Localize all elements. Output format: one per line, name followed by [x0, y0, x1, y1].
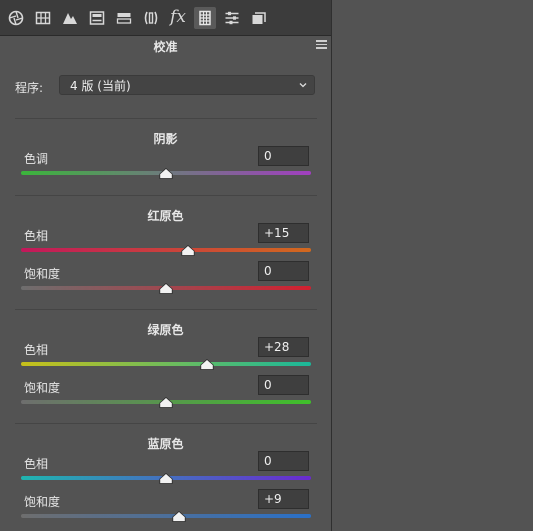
section-title: 红原色 [147, 209, 184, 223]
panel-title: 校准 [153, 39, 178, 54]
section-title: 绿原色 [147, 323, 184, 337]
section-divider [15, 195, 317, 196]
film-strip-icon[interactable] [194, 6, 216, 29]
slider-value-input[interactable]: +28 [258, 337, 309, 357]
fx-icon[interactable]: fx [167, 7, 189, 29]
slider-label: 饱和度 [24, 495, 61, 509]
section-divider [15, 309, 317, 310]
slider-thumb[interactable] [181, 245, 195, 256]
slider-label: 饱和度 [24, 381, 61, 395]
mountains-icon[interactable] [59, 7, 81, 29]
split-toning-icon[interactable] [86, 7, 108, 29]
grid-icon[interactable] [32, 7, 54, 29]
slider-thumb[interactable] [199, 359, 214, 370]
process-version-row: 程序: 4 版 (当前) [15, 75, 315, 96]
chevron-down-icon [299, 83, 307, 88]
slider-thumb[interactable] [159, 473, 173, 484]
slider-thumb[interactable] [172, 511, 186, 522]
slider-thumb[interactable] [159, 168, 173, 179]
slider-value-input[interactable]: 0 [258, 261, 309, 281]
slider-label: 饱和度 [24, 267, 61, 281]
slider-value-input[interactable]: +9 [258, 489, 309, 509]
section-title: 蓝原色 [147, 437, 184, 451]
process-version-select[interactable]: 4 版 (当前) [59, 75, 315, 95]
slider-track[interactable] [21, 514, 311, 518]
process-version-value: 4 版 (当前) [70, 78, 131, 93]
process-label: 程序: [15, 81, 44, 95]
detail-bar-icon[interactable] [113, 7, 135, 29]
section-divider [15, 423, 317, 424]
section-title: 阴影 [153, 132, 178, 146]
slider-value-input[interactable]: 0 [258, 146, 309, 166]
slider-label: 色相 [24, 343, 49, 357]
slider-label: 色相 [24, 229, 49, 243]
slider-value-input[interactable]: 0 [258, 451, 309, 471]
slider-track[interactable] [21, 248, 311, 252]
panel-tab-bar: fx [0, 0, 331, 36]
slider-label: 色调 [24, 152, 49, 166]
section-divider [15, 118, 317, 119]
slider-value-input[interactable]: +15 [258, 223, 309, 243]
slider-value-input[interactable]: 0 [258, 375, 309, 395]
slider-label: 色相 [24, 457, 49, 471]
slider-thumb[interactable] [159, 397, 173, 408]
slider-track[interactable] [21, 362, 311, 366]
panel-menu-icon[interactable] [316, 40, 327, 49]
aperture-icon[interactable] [5, 7, 27, 29]
sliders-icon[interactable] [221, 7, 243, 29]
slider-thumb[interactable] [159, 283, 173, 294]
lens-icon[interactable] [140, 7, 162, 29]
calibration-panel: fx 校准 程序: 4 版 (当前) 阴影 色调 0 红原色 色相 +15 饱和度 0 绿原色色… [0, 0, 332, 531]
snapshots-icon[interactable] [248, 7, 270, 29]
